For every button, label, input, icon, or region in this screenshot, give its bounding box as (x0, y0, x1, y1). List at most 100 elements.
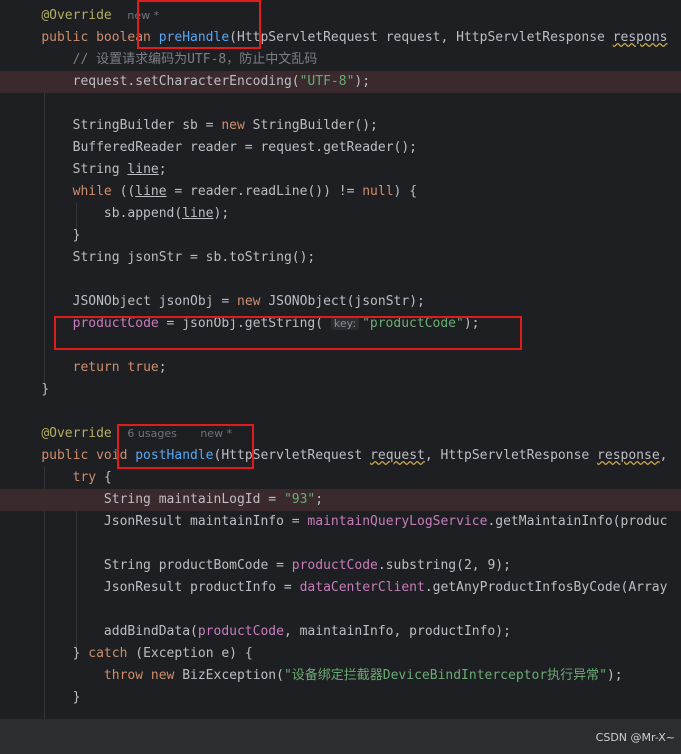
code-token: @Override (41, 426, 112, 441)
code-token: public void (41, 448, 136, 463)
code-line[interactable]: } catch (Exception e) { (0, 643, 681, 665)
code-editor[interactable]: @Override new * public boolean preHandle… (0, 0, 681, 719)
code-line[interactable]: request.setCharacterEncoding("UTF-8"); (0, 71, 681, 93)
code-token: } (72, 690, 81, 705)
code-token: ) { (393, 184, 418, 199)
code-line[interactable]: sb.append(line); (0, 203, 681, 225)
code-token: ); (463, 316, 480, 331)
inlay-hint: new * (127, 9, 160, 22)
code-line[interactable]: String jsonStr = sb.toString(); (0, 247, 681, 269)
code-token: , (471, 558, 488, 573)
code-line[interactable]: StringBuilder sb = new StringBuilder(); (0, 115, 681, 137)
inlay-hint: new * (200, 427, 233, 440)
code-line[interactable]: @Override new * (0, 5, 681, 27)
code-token: , maintainInfo, productInfo); (283, 624, 511, 639)
code-token: addBindData( (103, 624, 198, 639)
code-token: ; (158, 360, 167, 375)
code-line[interactable]: public void postHandle(HttpServletReques… (0, 445, 681, 467)
code-token: ; (315, 492, 324, 507)
watermark-text: CSDN @Mr-X~ (595, 731, 675, 744)
code-token: public boolean (41, 30, 159, 45)
code-token: "UTF-8" (299, 74, 355, 89)
code-token: , (659, 448, 668, 463)
code-token: .getAnyProductInfosByCode(Array (424, 580, 668, 595)
code-line[interactable]: @Override 6 usages new * (0, 423, 681, 445)
code-token: (( (119, 184, 136, 199)
code-line[interactable]: } (0, 379, 681, 401)
code-line[interactable]: } (0, 225, 681, 247)
code-line[interactable]: return true; (0, 357, 681, 379)
code-line[interactable]: throw new BizException("设备绑定拦截器DeviceBin… (0, 665, 681, 687)
code-token: JsonResult productInfo = (103, 580, 300, 595)
code-token: new (221, 118, 253, 133)
parameter-name-hint: key: (330, 317, 360, 330)
code-token: try (72, 470, 104, 485)
code-line[interactable]: String productBomCode = productCode.subs… (0, 555, 681, 577)
code-line[interactable]: JsonResult productInfo = dataCenterClien… (0, 577, 681, 599)
code-line[interactable] (0, 401, 681, 423)
code-token: JSONObject(jsonStr); (268, 294, 425, 309)
code-token: postHandle (135, 448, 214, 463)
code-token: StringBuilder sb = (72, 118, 222, 133)
code-line[interactable]: addBindData(productCode, maintainInfo, p… (0, 621, 681, 643)
code-line[interactable]: productCode = jsonObj.getString( key: "pr… (0, 313, 681, 335)
code-token: BufferedReader reader = request.getReade… (72, 140, 417, 155)
code-line[interactable] (0, 93, 681, 115)
code-token: throw new (103, 668, 183, 683)
code-line[interactable]: public boolean preHandle(HttpServletRequ… (0, 27, 681, 49)
code-token: (HttpServletRequest (213, 448, 371, 463)
code-token: , HttpServletResponse (424, 448, 598, 463)
code-token: catch (88, 646, 136, 661)
code-token: response (597, 448, 660, 463)
code-token: BizException( (182, 668, 284, 683)
code-token: ); (606, 668, 623, 683)
code-token: // 设置请求编码为UTF-8，防止中文乱码 (72, 52, 318, 67)
code-line[interactable] (0, 599, 681, 621)
code-line[interactable]: // 设置请求编码为UTF-8，防止中文乱码 (0, 49, 681, 71)
code-token: StringBuilder(); (252, 118, 378, 133)
code-token: dataCenterClient (299, 580, 425, 595)
code-line[interactable]: } (0, 687, 681, 709)
code-line[interactable]: while ((line = reader.readLine()) != nul… (0, 181, 681, 203)
code-token: productCode (72, 316, 159, 331)
code-token: "productCode" (362, 316, 464, 331)
code-token: line (182, 206, 214, 221)
code-token: String (72, 162, 128, 177)
code-line[interactable]: try { (0, 467, 681, 489)
code-token: maintainQueryLogService (307, 514, 488, 529)
code-token: (HttpServletRequest request, HttpServlet… (229, 30, 613, 45)
code-token: 2 (463, 558, 472, 573)
code-line[interactable]: String maintainLogId = "93"; (0, 489, 681, 511)
code-token: JsonResult maintainInfo = (103, 514, 308, 529)
code-token: } (72, 646, 89, 661)
code-line[interactable]: BufferedReader reader = request.getReade… (0, 137, 681, 159)
code-token: line (127, 162, 159, 177)
code-line[interactable]: JSONObject jsonObj = new JSONObject(json… (0, 291, 681, 313)
code-line[interactable]: String line; (0, 159, 681, 181)
code-line[interactable] (0, 533, 681, 555)
code-token: .getMaintainInfo(produc (487, 514, 668, 529)
code-line[interactable] (0, 335, 681, 357)
code-token: { (103, 470, 112, 485)
code-line[interactable]: JsonResult maintainInfo = maintainQueryL… (0, 511, 681, 533)
code-line[interactable] (0, 269, 681, 291)
